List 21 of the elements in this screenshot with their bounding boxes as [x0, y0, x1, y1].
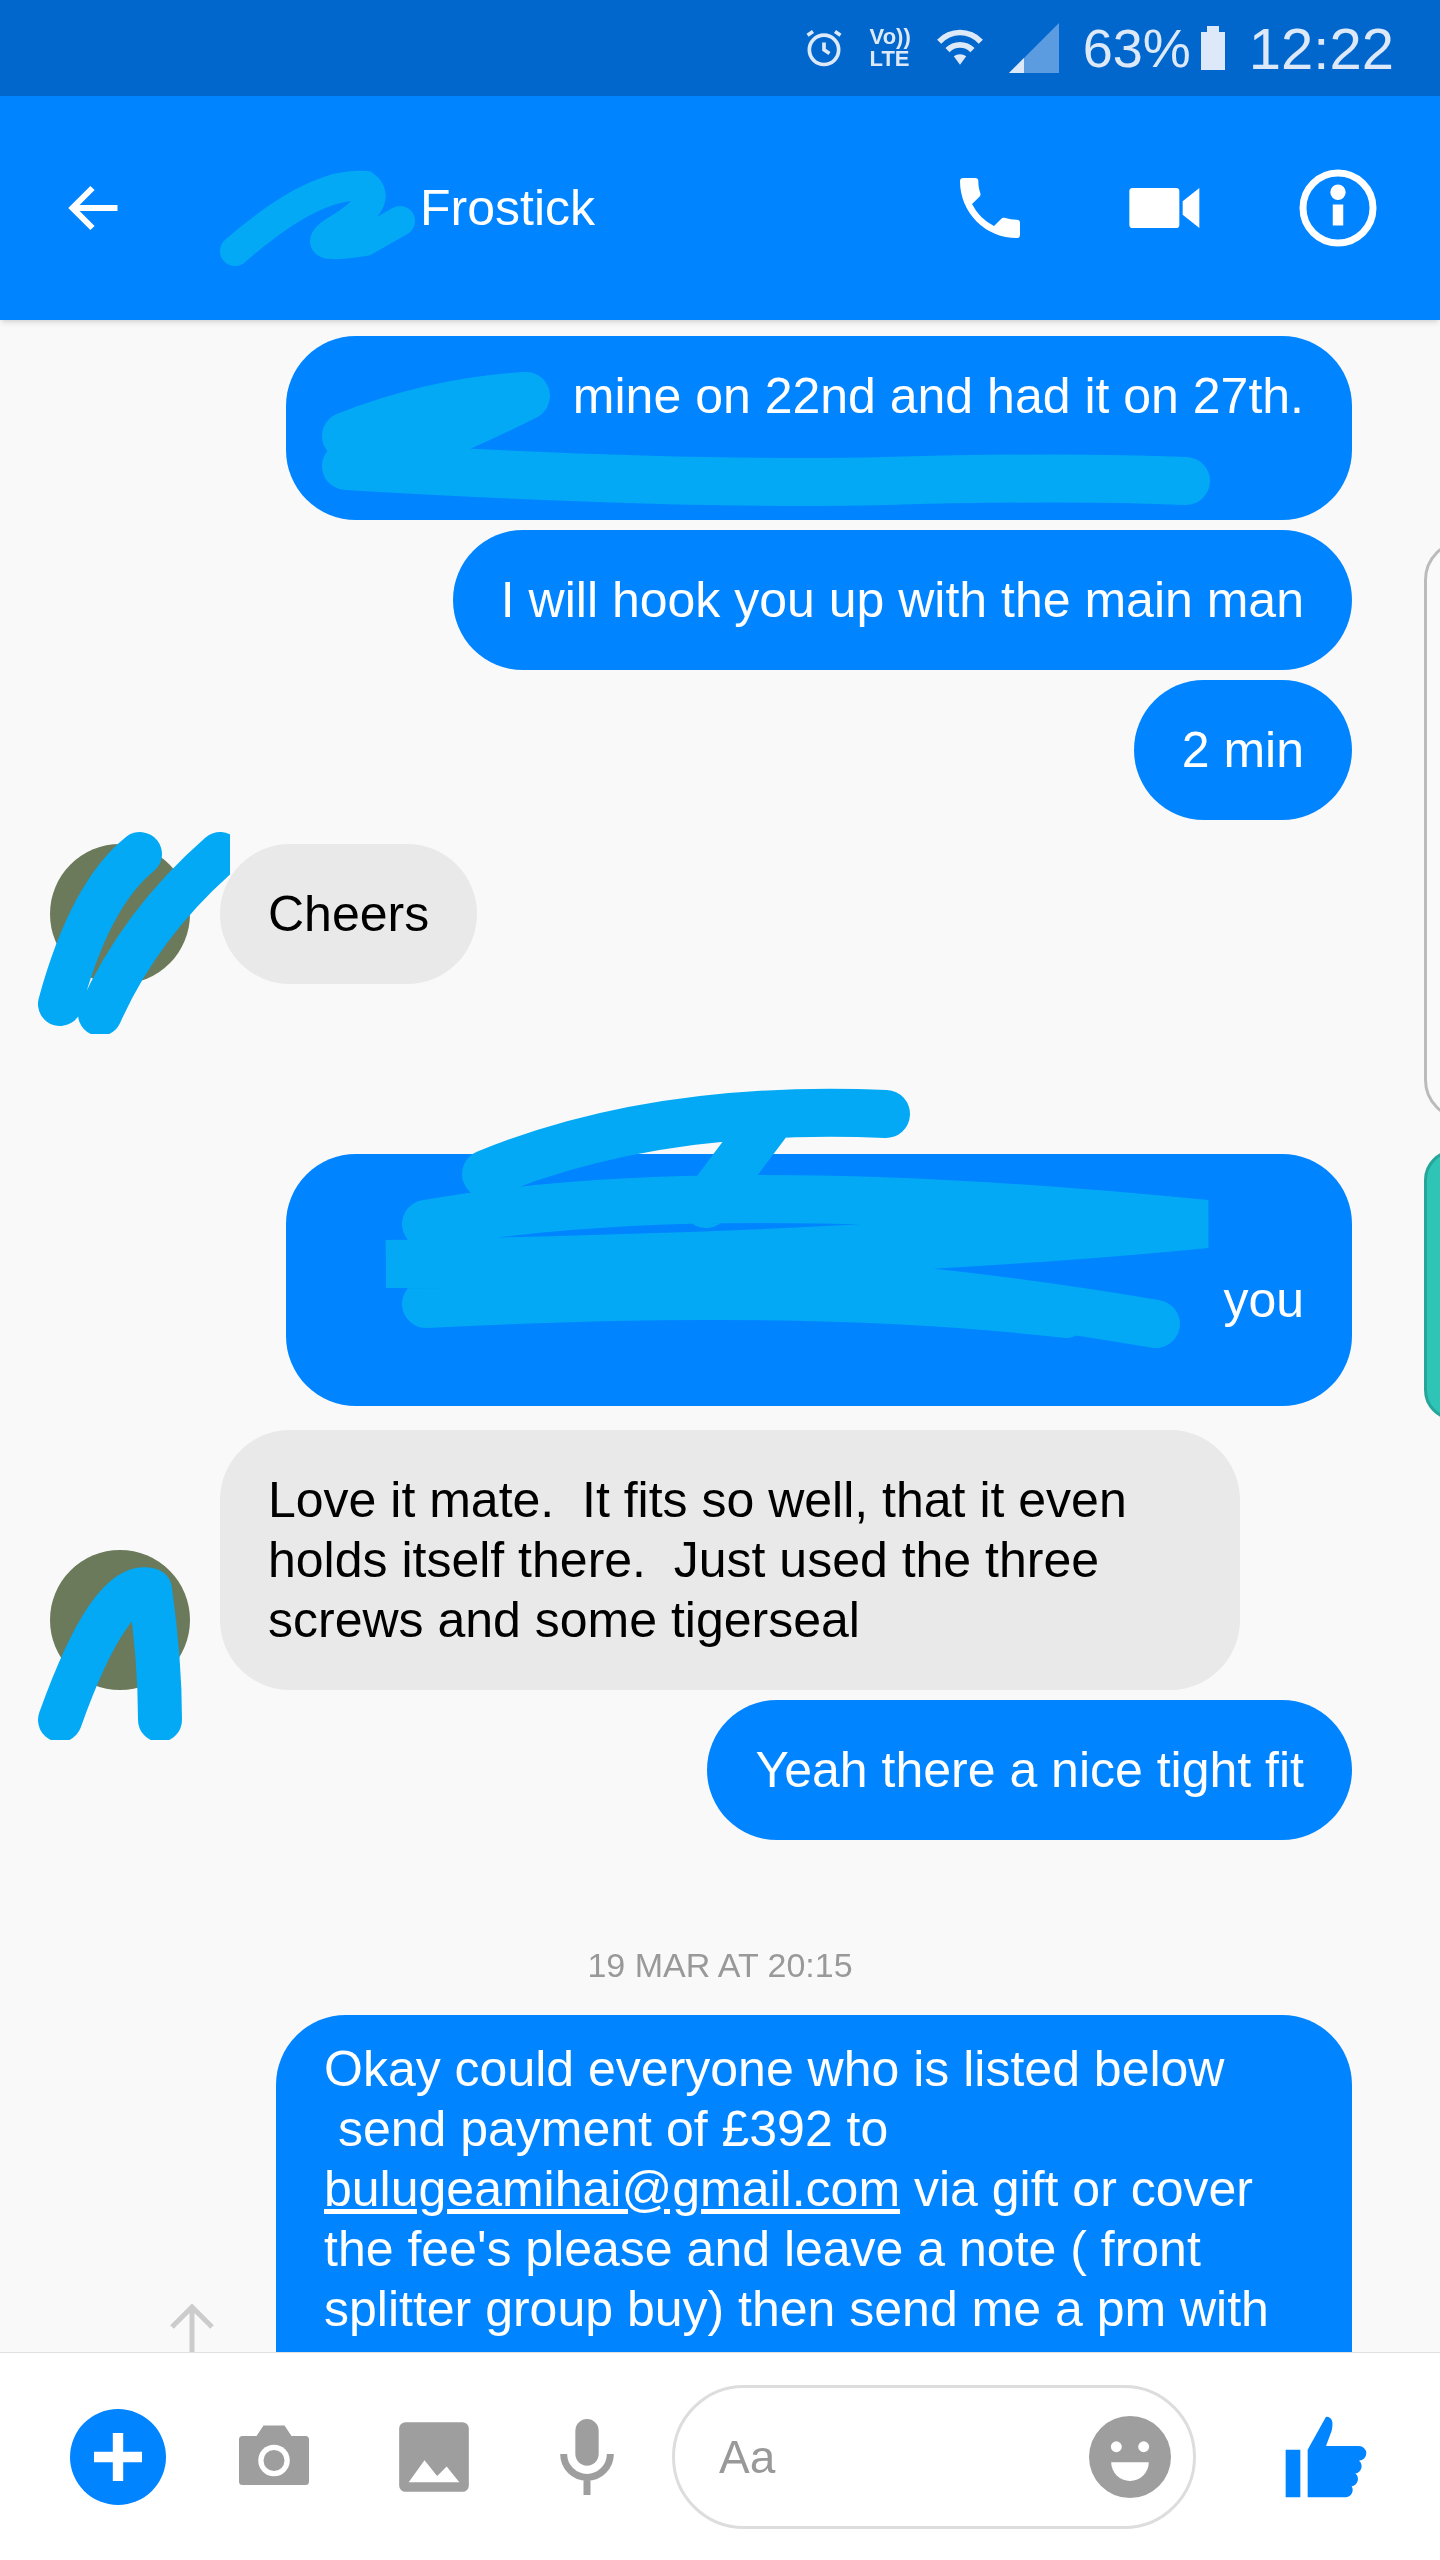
- message-bubble: 2 min: [1133, 680, 1352, 820]
- message-bubble: Love it mate. It fits so well, that it even holds itself there. Just used the three screws and some tigerseal: [220, 1430, 1240, 1690]
- network-label: Vo)): [869, 26, 911, 48]
- message-field[interactable]: Aa: [672, 2384, 1196, 2529]
- signal-icon: [1008, 23, 1059, 73]
- smiley-icon[interactable]: [1089, 2415, 1171, 2498]
- message-input[interactable]: Aa: [719, 2421, 1089, 2492]
- battery-percentage: 63%: [1082, 16, 1191, 80]
- message-bubble: Cheers: [220, 844, 478, 984]
- message-bubble: I will hook you up with the main man: [452, 530, 1352, 670]
- message-bubble: Yeah there a nice tight fit: [707, 1700, 1352, 1840]
- message-text: mine on 22nd and had it on 27th.: [572, 367, 1304, 426]
- battery-icon: [1200, 26, 1225, 70]
- network-label: LTE: [869, 48, 911, 70]
- clock: 12:22: [1248, 14, 1394, 83]
- message-text: you: [1223, 1271, 1304, 1330]
- email-link[interactable]: bulugeamihai@gmail.com: [324, 2161, 901, 2217]
- add-icon[interactable]: [70, 2408, 166, 2505]
- timestamp: 19 MAR AT 20:15: [587, 1945, 853, 1986]
- message-text: Okay could everyone who is listed below send payment of £392 to bulugeamihai@gmail.com via gift or cover the fee's please and leave a note ( front splitter group buy) then send me a pm with: [276, 2015, 1352, 2352]
- contact-name: Frostick: [420, 179, 595, 236]
